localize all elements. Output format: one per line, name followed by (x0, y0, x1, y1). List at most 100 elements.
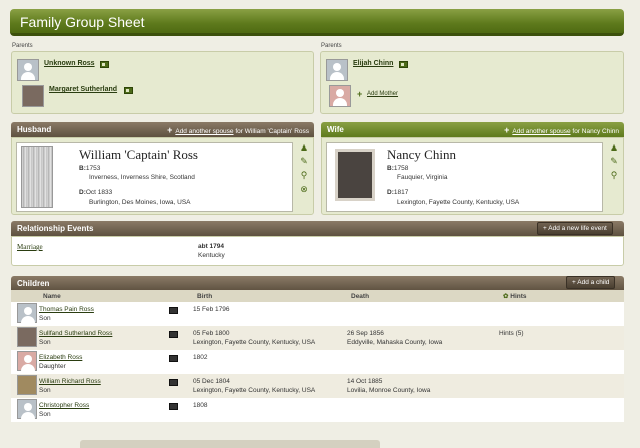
edit-pencil-icon[interactable]: ✎ (299, 156, 309, 166)
birth-place: Lexington, Fayette County, Kentucky, USA (193, 339, 316, 346)
family-card-icon[interactable] (169, 331, 178, 338)
husband-death: D:Oct 1833 (79, 188, 112, 197)
avatar[interactable] (326, 59, 348, 81)
table-row[interactable]: Thomas Pain Ross Son 15 Feb 1796 (11, 302, 624, 326)
husband-photo[interactable] (21, 146, 53, 208)
wife-parents-panel: Elijah Chinn + Add Mother (320, 51, 624, 114)
family-card-icon[interactable] (169, 355, 178, 362)
table-row[interactable]: Elizabeth Ross Daughter 1802 (11, 350, 624, 374)
parent-name-link[interactable]: Margaret Sutherland (49, 86, 117, 93)
parent-name-link[interactable]: Elijah Chinn (353, 60, 393, 67)
child-name-link[interactable]: Elizabeth Ross (39, 353, 169, 362)
add-spouse-link[interactable]: Add another spouse (175, 128, 233, 135)
child-relation: Daughter (39, 363, 66, 370)
wife-name[interactable]: Nancy Chinn (387, 147, 456, 163)
bottom-scroll-strip[interactable] (80, 440, 380, 448)
child-avatar-cell (11, 350, 39, 374)
child-card-cell (169, 326, 193, 350)
child-card-cell (169, 302, 193, 326)
table-row[interactable]: William Richard Ross Son 05 Dec 1804 Lexin… (11, 374, 624, 398)
birth-date: 05 Feb 1800 (193, 330, 230, 337)
hints-label: Hints (510, 293, 527, 300)
event-place: Kentucky (198, 252, 225, 259)
relationship-panel: Marriage abt 1794 Kentucky (11, 236, 624, 266)
child-name-link[interactable]: William Richard Ross (39, 377, 169, 386)
child-hints-cell: Hints (5) (499, 326, 624, 350)
parents-label-left: Parents (12, 43, 33, 49)
child-death-cell (347, 350, 499, 374)
child-death-cell (347, 398, 499, 422)
children-header-label: Children (17, 279, 50, 288)
child-hints-cell (499, 302, 624, 326)
death-date: 14 Oct 1885 (347, 378, 383, 385)
child-name-cell: Thomas Pain Ross Son (39, 302, 169, 326)
remove-icon[interactable]: ⊗ (299, 184, 309, 194)
event-name-link[interactable]: Marriage (17, 243, 43, 251)
person-icon[interactable]: ♟ (299, 143, 309, 153)
death-label: D: (79, 189, 86, 196)
child-avatar-cell (11, 302, 39, 326)
avatar[interactable] (17, 399, 37, 420)
plus-icon: + (357, 89, 363, 99)
col-hints: ✿ Hints (499, 290, 624, 302)
avatar[interactable] (17, 327, 37, 347)
family-card-icon[interactable] (399, 61, 408, 68)
husband-add-spouse: + Add another spouse for William 'Captain… (167, 125, 309, 135)
child-death-cell (347, 302, 499, 326)
add-spouse-suffix: for Nancy Chinn (572, 128, 619, 135)
child-name-cell: Elizabeth Ross Daughter (39, 350, 169, 374)
death-date: 26 Sep 1856 (347, 330, 384, 337)
child-death-cell: 26 Sep 1856 Eddyville, Mahaska County, Io… (347, 326, 499, 350)
child-name-link[interactable]: Christopher Ross (39, 401, 169, 410)
child-hints-cell (499, 350, 624, 374)
parents-label-right: Parents (321, 43, 342, 49)
children-header: Children (11, 276, 624, 291)
relationship-header: Relationship Events (11, 221, 624, 236)
hints-link[interactable]: Hints (5) (499, 330, 524, 337)
person-icon[interactable]: ♟ (609, 143, 619, 153)
avatar[interactable] (17, 351, 37, 372)
child-relation: Son (39, 315, 51, 322)
edit-pencil-icon[interactable]: ✎ (609, 156, 619, 166)
husband-birth: B:1753 (79, 164, 100, 173)
child-name-link[interactable]: Thomas Pain Ross (39, 305, 169, 314)
add-spouse-link[interactable]: Add another spouse (512, 128, 570, 135)
death-date: Oct 1833 (85, 189, 113, 196)
search-icon[interactable]: ⚲ (299, 170, 309, 180)
avatar[interactable] (22, 85, 44, 107)
death-place: Lovilia, Monroe County, Iowa (347, 387, 431, 394)
husband-death-place: Burlington, Des Moines, Iowa, USA (89, 199, 191, 206)
birth-date: 1758 (393, 165, 409, 172)
husband-name[interactable]: William 'Captain' Ross (79, 147, 198, 163)
family-card-icon[interactable] (124, 87, 133, 94)
add-mother-link[interactable]: Add Mother (367, 91, 398, 97)
family-card-icon[interactable] (100, 61, 109, 68)
family-card-icon[interactable] (169, 379, 178, 386)
wife-photo[interactable] (335, 149, 375, 201)
avatar[interactable] (17, 375, 37, 395)
child-avatar-cell (11, 326, 39, 350)
children-table: Name Birth Death ✿ Hints Thomas Pain Ros… (11, 290, 624, 422)
page-title: Family Group Sheet (20, 14, 145, 30)
table-row[interactable]: Sullfand Sutherland Ross Son 05 Feb 1800 L… (11, 326, 624, 350)
child-name-cell: Sullfand Sutherland Ross Son (39, 326, 169, 350)
wife-card[interactable]: Nancy Chinn B:1758 Fauquier, Virginia D:… (326, 142, 603, 212)
add-child-button[interactable]: + Add a child (566, 276, 616, 289)
leaf-icon: ✿ (503, 293, 509, 300)
table-row[interactable]: Christopher Ross Son 1808 (11, 398, 624, 422)
husband-panel: William 'Captain' Ross B:1753 Inverness,… (11, 137, 314, 215)
family-card-icon[interactable] (169, 307, 178, 314)
child-relation: Son (39, 339, 51, 346)
child-relation: Son (39, 387, 51, 394)
avatar[interactable] (17, 59, 39, 81)
mother-placeholder-avatar[interactable] (329, 85, 351, 107)
avatar[interactable] (17, 303, 37, 324)
husband-card[interactable]: William 'Captain' Ross B:1753 Inverness,… (16, 142, 293, 212)
child-name-link[interactable]: Sullfand Sutherland Ross (39, 329, 169, 338)
add-spouse-suffix: for William 'Captain' Ross (235, 128, 309, 135)
add-life-event-button[interactable]: + Add a new life event (537, 222, 613, 235)
plus-icon: + (504, 125, 510, 135)
search-icon[interactable]: ⚲ (609, 170, 619, 180)
family-card-icon[interactable] (169, 403, 178, 410)
parent-name-link[interactable]: Unknown Ross (44, 60, 95, 67)
